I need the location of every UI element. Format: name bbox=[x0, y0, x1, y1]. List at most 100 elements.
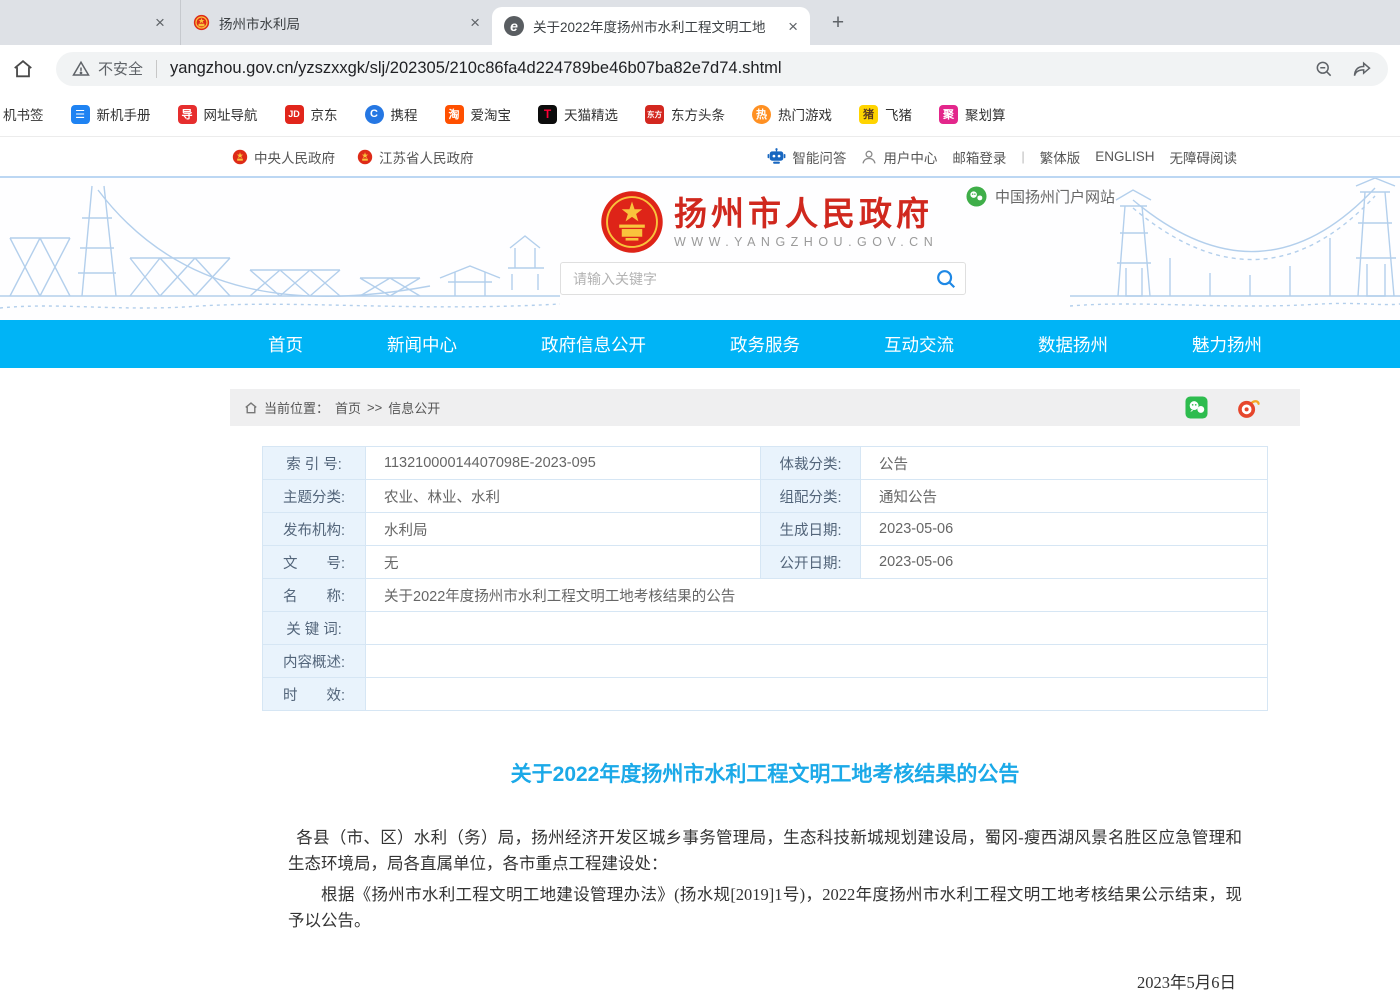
tab-title: 关于2022年度扬州市水利工程文明工地 bbox=[533, 16, 779, 36]
site-logo[interactable]: 扬州市人民政府 WWW.YANGZHOU.GOV.CN bbox=[600, 190, 938, 254]
table-row: 名 称: 关于2022年度扬州市水利工程文明工地考核结果的公告 bbox=[263, 579, 1268, 612]
weibo-share-icon[interactable] bbox=[1236, 396, 1260, 419]
close-icon[interactable]: × bbox=[788, 18, 798, 35]
bookmark-item[interactable]: 热 热门游戏 bbox=[752, 104, 832, 124]
article-title: 关于2022年度扬州市水利工程文明工地考核结果的公告 bbox=[230, 758, 1300, 788]
bookmark-item[interactable]: 淘 爱淘宝 bbox=[445, 104, 512, 124]
bookmark-item[interactable]: T 天猫精选 bbox=[538, 104, 618, 124]
nav-item-data[interactable]: 数据扬州 bbox=[1038, 332, 1108, 357]
nav-item-services[interactable]: 政务服务 bbox=[730, 332, 800, 357]
tab-partial[interactable]: × bbox=[140, 0, 180, 45]
link-central-gov[interactable]: 中央人民政府 bbox=[232, 147, 335, 167]
search-input[interactable] bbox=[561, 271, 927, 287]
link-user-center[interactable]: 用户中心 bbox=[861, 147, 937, 167]
nav-item-info-disclosure[interactable]: 政府信息公开 bbox=[541, 332, 646, 357]
bridge-sketch-right bbox=[1070, 178, 1400, 320]
robot-icon bbox=[767, 148, 786, 165]
fliggy-favicon: 猪 bbox=[859, 105, 878, 124]
wechat-share-icon[interactable] bbox=[1185, 396, 1208, 419]
bookmark-item[interactable]: 东方 东方头条 bbox=[645, 104, 725, 124]
article-paragraph: 根据《扬州市水利工程文明工地建设管理办法》(扬水规[2019]1号)，2022年… bbox=[288, 882, 1242, 934]
bookmark-item[interactable]: 导 网址导航 bbox=[178, 104, 258, 124]
gov-toolbar: 中央人民政府 江苏省人民政府 智能问答 bbox=[0, 136, 1400, 178]
table-row: 内容概述: bbox=[263, 645, 1268, 678]
breadcrumb: 当前位置： 首页 >> 信息公开 bbox=[230, 389, 1300, 426]
juhuasuan-favicon: 聚 bbox=[939, 105, 958, 124]
tab-title: 扬州市水利局 bbox=[219, 13, 461, 33]
search-button[interactable] bbox=[927, 268, 965, 290]
article-date: 2023年5月6日 bbox=[230, 969, 1300, 993]
close-icon[interactable]: × bbox=[470, 14, 480, 31]
table-row: 主题分类: 农业、林业、水利 组配分类: 通知公告 bbox=[263, 480, 1268, 513]
tab-strip: × 扬州市水利局 × e 关于2022年度扬州市水利工程文明工地 × + bbox=[0, 0, 1400, 45]
site-search bbox=[560, 262, 966, 295]
site-url-label: WWW.YANGZHOU.GOV.CN bbox=[674, 235, 938, 249]
link-traditional[interactable]: 繁体版 bbox=[1040, 147, 1081, 167]
address-bar: 不安全 yangzhou.gov.cn/yzszxxgk/slj/202305/… bbox=[0, 45, 1400, 92]
article-body: 关于2022年度扬州市水利工程文明工地考核结果的公告 各县（市、区）水利（务）局… bbox=[230, 758, 1300, 997]
table-row: 发布机构: 水利局 生成日期: 2023-05-06 bbox=[263, 513, 1268, 546]
ctrip-favicon: C bbox=[365, 105, 384, 124]
tmall-favicon: T bbox=[538, 105, 557, 124]
close-icon[interactable]: × bbox=[155, 14, 165, 31]
article-paragraph: 各县（市、区）水利（务）局，扬州经济开发区城乡事务管理局，生态科技新城规划建设局… bbox=[288, 825, 1242, 877]
wechat-portal-icon bbox=[966, 186, 987, 207]
toolbar-divider: | bbox=[1021, 149, 1024, 164]
nav-item-charm[interactable]: 魅力扬州 bbox=[1192, 332, 1262, 357]
not-secure-warning-icon bbox=[72, 60, 90, 78]
table-row: 文 号: 无 公开日期: 2023-05-06 bbox=[263, 546, 1268, 579]
breadcrumb-current: 信息公开 bbox=[388, 398, 440, 417]
toutiao-favicon: 东方 bbox=[645, 105, 664, 124]
bookmark-item[interactable]: JD 京东 bbox=[285, 104, 338, 124]
tab-active-article[interactable]: e 关于2022年度扬州市水利工程文明工地 × bbox=[492, 7, 810, 45]
nav-item-home[interactable]: 首页 bbox=[268, 332, 303, 357]
link-smart-qa[interactable]: 智能问答 bbox=[767, 147, 846, 167]
bookmark-item[interactable]: C 携程 bbox=[365, 104, 418, 124]
bookmark-item[interactable]: 机书签 bbox=[3, 104, 44, 124]
bookmark-item[interactable]: 聚 聚划算 bbox=[939, 104, 1006, 124]
jd-favicon: JD bbox=[285, 105, 304, 124]
portal-label[interactable]: 中国扬州门户网站 bbox=[966, 186, 1115, 207]
main-navigation: 首页 新闻中心 政府信息公开 政务服务 互动交流 数据扬州 魅力扬州 bbox=[0, 320, 1400, 368]
nav-favicon: 导 bbox=[178, 105, 197, 124]
taobao-favicon: 淘 bbox=[445, 105, 464, 124]
zoom-out-icon[interactable] bbox=[1314, 59, 1334, 79]
bookmarks-bar: 机书签 ☰ 新机手册 导 网址导航 JD 京东 C 携程 淘 爱淘宝 T 天猫精… bbox=[0, 92, 1400, 136]
national-emblem-icon bbox=[357, 149, 373, 165]
national-emblem-icon bbox=[232, 149, 248, 165]
link-jiangsu-gov[interactable]: 江苏省人民政府 bbox=[357, 147, 474, 167]
link-mail-login[interactable]: 邮箱登录 bbox=[952, 147, 1006, 167]
omnibox-divider bbox=[156, 60, 157, 78]
share-icon[interactable] bbox=[1352, 59, 1372, 79]
home-icon[interactable] bbox=[12, 58, 34, 80]
link-english[interactable]: ENGLISH bbox=[1095, 149, 1154, 164]
link-accessibility[interactable]: 无障碍阅读 bbox=[1170, 147, 1238, 167]
table-row: 关 键 词: bbox=[263, 612, 1268, 645]
breadcrumb-home-link[interactable]: 首页 bbox=[335, 398, 361, 417]
bridge-sketch-left bbox=[0, 178, 560, 320]
nav-item-news[interactable]: 新闻中心 bbox=[387, 332, 457, 357]
site-name: 扬州市人民政府 bbox=[674, 195, 938, 233]
tab-shuiliju[interactable]: 扬州市水利局 × bbox=[180, 0, 492, 45]
table-row: 索 引 号: 11321000014407098E-2023-095 体裁分类:… bbox=[263, 447, 1268, 480]
url-omnibox[interactable]: 不安全 yangzhou.gov.cn/yzszxxgk/slj/202305/… bbox=[56, 52, 1388, 86]
content-card: 当前位置： 首页 >> 信息公开 索 引 号: 113210000144 bbox=[230, 389, 1300, 997]
games-favicon: 热 bbox=[752, 105, 771, 124]
breadcrumb-separator: >> bbox=[367, 400, 382, 415]
site-banner: 扬州市人民政府 WWW.YANGZHOU.GOV.CN 中国扬州门户网站 bbox=[0, 178, 1400, 320]
table-row: 时 效: bbox=[263, 678, 1268, 711]
national-emblem-icon bbox=[193, 14, 210, 31]
nav-item-interaction[interactable]: 互动交流 bbox=[884, 332, 954, 357]
search-icon bbox=[935, 268, 957, 290]
national-emblem-icon bbox=[600, 190, 664, 254]
browser-logo-icon: e bbox=[504, 16, 524, 36]
security-label: 不安全 bbox=[98, 58, 143, 79]
bookmark-item[interactable]: ☰ 新机手册 bbox=[71, 104, 151, 124]
new-tab-button[interactable]: + bbox=[824, 9, 852, 37]
breadcrumb-label: 当前位置： bbox=[264, 398, 329, 417]
url-text[interactable]: yangzhou.gov.cn/yzszxxgk/slj/202305/210c… bbox=[170, 59, 782, 78]
bookmark-item[interactable]: 猪 飞猪 bbox=[859, 104, 912, 124]
document-meta-table: 索 引 号: 11321000014407098E-2023-095 体裁分类:… bbox=[262, 446, 1268, 711]
manual-favicon: ☰ bbox=[71, 105, 90, 124]
home-icon bbox=[244, 401, 258, 415]
